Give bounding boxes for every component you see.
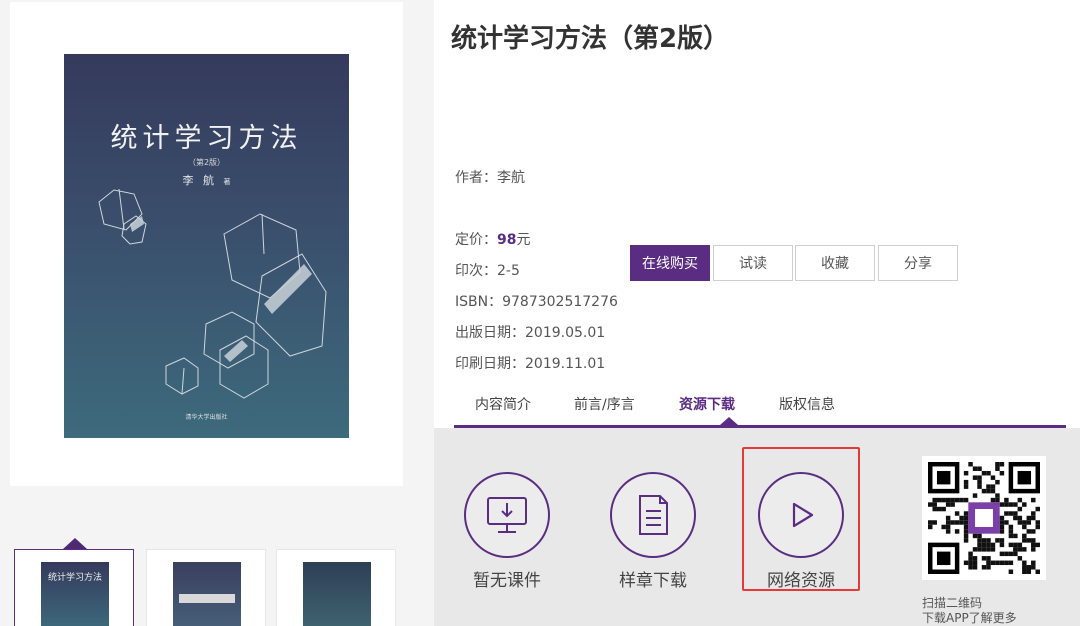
cover-panel: 统计学习方法 （第2版） 李 航 著 清华大学出版社 — [10, 2, 403, 486]
print-date-label: 印刷日期： — [455, 356, 525, 372]
tab-copyright[interactable]: 版权信息 — [779, 394, 835, 414]
price-value: 98 — [497, 232, 517, 248]
price-row: 定价：98元 — [455, 229, 530, 249]
app-qr-code — [922, 456, 1046, 580]
courseware-icon-circle — [464, 472, 550, 558]
tab-resource-download[interactable]: 资源下载 — [679, 394, 735, 414]
qr-caption-line2: 下载APP了解更多 — [922, 611, 1017, 625]
book-cover-image: 统计学习方法 （第2版） 李 航 著 清华大学出版社 — [64, 54, 349, 438]
qr-caption-line1: 扫描二维码 — [922, 596, 983, 610]
active-tab-pointer — [720, 417, 738, 425]
publish-date-row: 出版日期：2019.05.01 — [455, 322, 605, 342]
sample-chapter-icon-circle — [610, 472, 696, 558]
print-date-value: 2019.11.01 — [525, 356, 606, 372]
thumbnail-front-cover[interactable]: 统计学习方法 — [14, 549, 134, 626]
isbn-value: 9787302517276 — [502, 294, 618, 310]
cover-edition: （第2版） — [187, 158, 226, 167]
monitor-download-icon — [487, 497, 527, 533]
share-button[interactable]: 分享 — [878, 245, 958, 281]
book-info-panel: 统计学习方法（第2版） 作者：李航 定价：98元 印次：2-5 ISBN：978… — [434, 0, 1080, 428]
author-label: 作者： — [455, 170, 497, 186]
print-date-row: 印刷日期：2019.11.01 — [455, 353, 605, 373]
cover-title: 统计学习方法 — [110, 123, 303, 154]
courseware-label: 暂无课件 — [473, 571, 541, 591]
thumbnail-selected-pointer — [63, 538, 87, 549]
price-label: 定价： — [455, 232, 497, 248]
cover-thumbnails: 统计学习方法 — [14, 538, 404, 626]
thumbnail-3d-cover[interactable] — [276, 549, 396, 626]
isbn-label: ISBN： — [455, 294, 503, 310]
isbn-row: ISBN：9787302517276 — [455, 291, 618, 311]
network-resource-highlight-box — [742, 447, 860, 591]
tab-preface[interactable]: 前言/序言 — [574, 394, 635, 414]
cover-publisher: 清华大学出版社 — [185, 414, 228, 421]
tab-introduction[interactable]: 内容简介 — [475, 394, 531, 414]
resource-download-panel: 暂无课件 样章下载 网络资源 扫描二维码 下载APP了解更多 — [434, 428, 1080, 626]
cover-author-name: 李 航 — [182, 174, 217, 187]
printing-label: 印次： — [455, 263, 497, 279]
author-value: 李航 — [497, 170, 525, 186]
publish-date-label: 出版日期： — [455, 325, 525, 341]
author-row: 作者：李航 — [455, 167, 525, 187]
price-unit: 元 — [516, 232, 531, 248]
cover-geometric-art — [98, 188, 327, 399]
printing-value: 2-5 — [497, 263, 520, 279]
buy-online-button[interactable]: 在线购买 — [630, 245, 710, 281]
detail-tabs: 内容简介 前言/序言 资源下载 版权信息 — [454, 392, 1066, 428]
thumbnail-front-cover-image: 统计学习方法 — [41, 562, 109, 626]
document-icon — [639, 495, 668, 535]
sample-chapter-label: 样章下载 — [619, 571, 687, 591]
trial-read-button[interactable]: 试读 — [713, 245, 793, 281]
cover-author: 李 航 著 — [64, 172, 349, 188]
sample-chapter-resource[interactable]: 样章下载 — [603, 472, 703, 591]
thumbnail-3d-cover-image — [303, 562, 371, 626]
cover-author-suffix: 著 — [223, 178, 231, 186]
favorite-button[interactable]: 收藏 — [795, 245, 875, 281]
courseware-resource[interactable]: 暂无课件 — [457, 472, 557, 591]
thumbnail-front-cover-title: 统计学习方法 — [47, 573, 102, 583]
printing-row: 印次：2-5 — [455, 260, 520, 280]
qr-code-icon — [928, 462, 1040, 574]
thumbnail-back-cover[interactable] — [146, 549, 266, 626]
thumbnail-back-cover-image — [173, 562, 241, 626]
book-title: 统计学习方法（第2版） — [451, 24, 730, 54]
publish-date-value: 2019.05.01 — [525, 325, 606, 341]
qr-caption: 扫描二维码 下载APP了解更多 — [922, 596, 1017, 626]
